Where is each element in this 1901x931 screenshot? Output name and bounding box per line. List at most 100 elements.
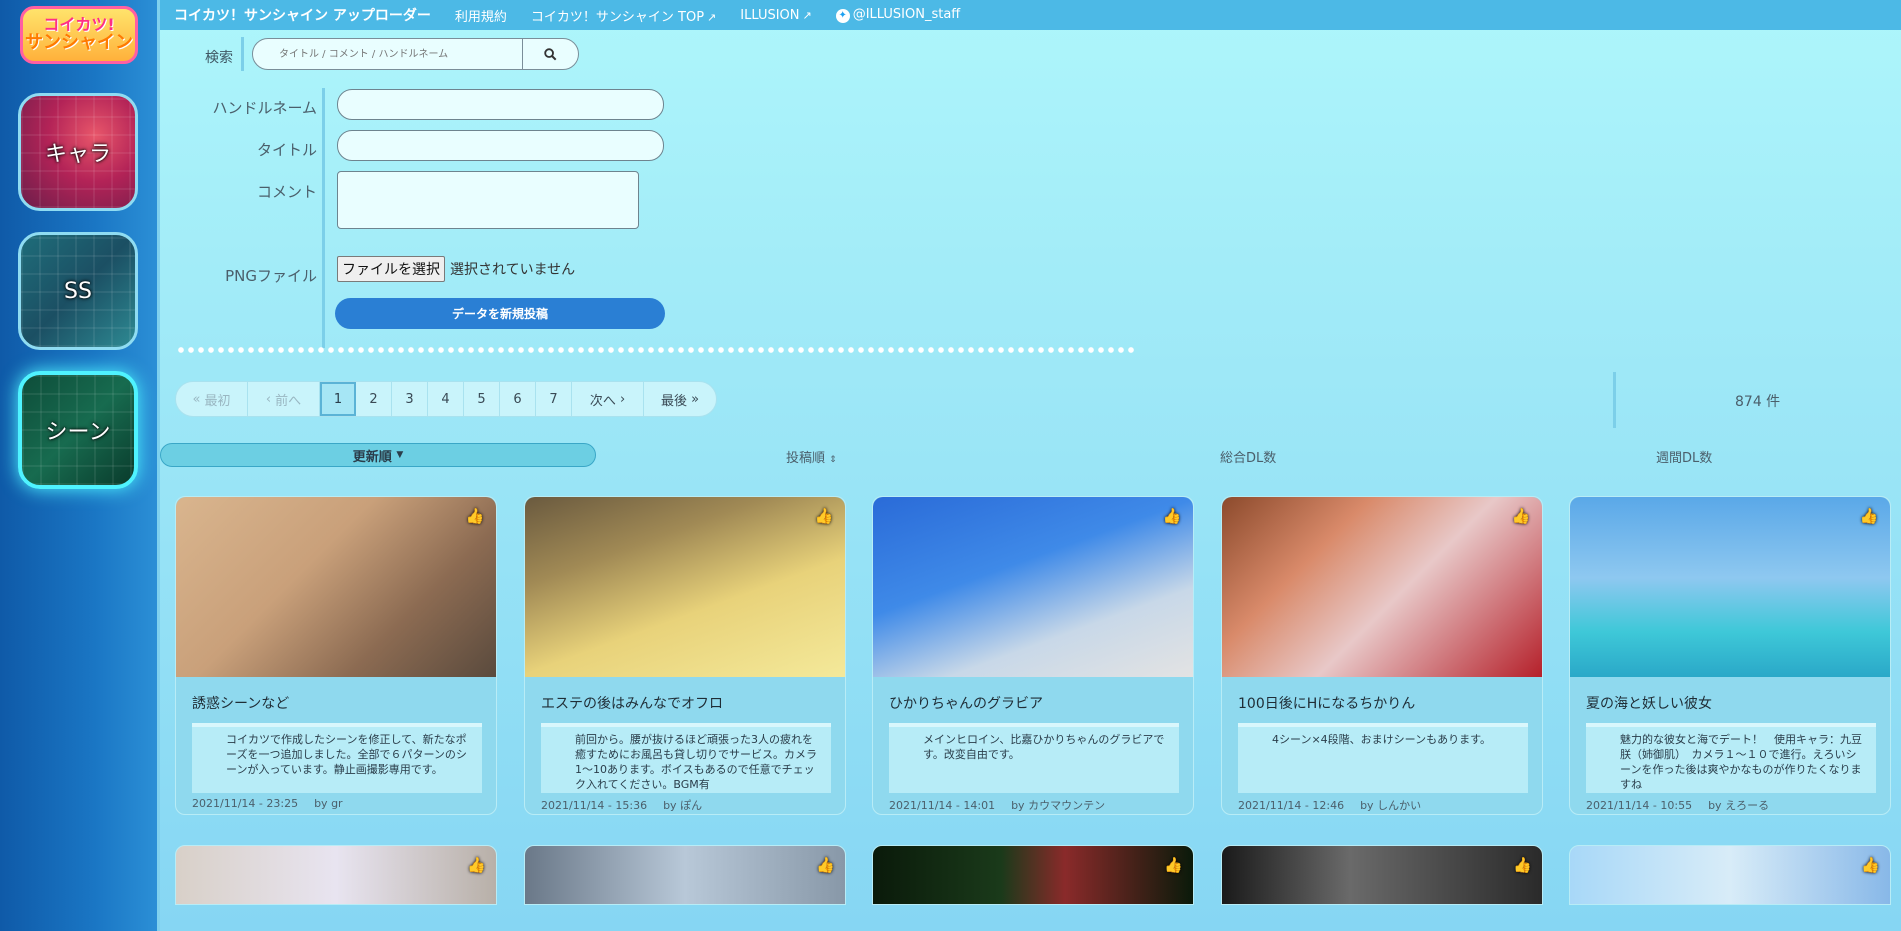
sort-weekly-dl-button[interactable]: 週間DL数: [1656, 447, 1712, 466]
sidebar: コイカツ! サンシャイン キャラ SS シーン: [0, 0, 160, 931]
twitter-icon: ✦: [835, 8, 850, 23]
upload-card[interactable]: 👍 誘惑シーンなど コイカツで作成したシーンを修正して、新たなポーズを一つ追加し…: [175, 496, 497, 815]
card-date: 2021/11/14 - 15:36: [541, 799, 648, 812]
file-status: 選択されていません: [450, 262, 576, 278]
sort-updated-button[interactable]: 更新順 ▼: [160, 443, 596, 467]
page-button[interactable]: 2: [356, 382, 392, 416]
card-title[interactable]: 夏の海と妖しい彼女: [1586, 693, 1712, 713]
card-author: by gr: [314, 797, 343, 810]
card-date: 2021/11/14 - 23:25: [192, 797, 299, 810]
page-button[interactable]: 6: [500, 382, 536, 416]
handle-label: ハンドルネーム: [212, 99, 317, 117]
upload-card[interactable]: 👍 夏の海と妖しい彼女 魅力的な彼女と海でデート！ 使用キャラ：九豆 朕（姉御肌…: [1569, 496, 1891, 815]
thumbs-up-icon[interactable]: 👍: [1164, 856, 1183, 874]
upload-card[interactable]: 👍 100日後にHになるちかりん 4シーン×4段階、おまけシーンもあります。 2…: [1221, 496, 1543, 815]
card-meta: 2021/11/14 - 10:55 by えろーる: [1586, 797, 1769, 813]
page-next-button[interactable]: 次へ ›: [572, 382, 644, 416]
file-select-button[interactable]: ファイルを選択: [337, 256, 445, 282]
thumbs-up-icon[interactable]: 👍: [816, 856, 835, 874]
page-button[interactable]: 7: [536, 382, 572, 416]
card-meta: 2021/11/14 - 15:36 by ぽん: [541, 797, 702, 813]
card-thumbnail[interactable]: [873, 497, 1193, 677]
upload-card-thumbnail[interactable]: 👍: [872, 845, 1194, 905]
page-next-label: 次へ: [589, 393, 616, 409]
thumbs-up-icon[interactable]: 👍: [813, 507, 835, 527]
card-description: コイカツで作成したシーンを修正して、新たなポーズを一つ追加しました。全部で６パタ…: [192, 723, 482, 793]
upload-card-thumbnail[interactable]: 👍: [1221, 845, 1543, 905]
top-navbar: コイカツ！サンシャイン アップローダー 利用規約 コイカツ！サンシャイン TOP…: [160, 0, 1901, 30]
card-title[interactable]: 誘惑シーンなど: [192, 693, 289, 713]
comment-label: コメント: [256, 183, 317, 201]
title-label: タイトル: [256, 141, 317, 159]
card-thumbnail[interactable]: [1570, 497, 1890, 677]
png-file-label: PNGファイル: [225, 267, 317, 285]
submit-button[interactable]: データを新規投稿: [335, 298, 665, 329]
search-button[interactable]: [522, 39, 578, 69]
card-description: メインヒロイン、比嘉ひかりちゃんのグラビアです。改変自由です。: [889, 723, 1179, 793]
card-date: 2021/11/14 - 12:46: [1238, 799, 1345, 812]
total-count: 874 件: [1735, 394, 1781, 410]
sort-icon: ⇕: [829, 455, 837, 465]
sort-total-dl-button[interactable]: 総合DL数: [1220, 447, 1276, 466]
card-title[interactable]: ひかりちゃんのグラビア: [889, 693, 1043, 713]
nav-twitter-label: @ILLUSION_staff: [852, 7, 961, 23]
chevron-left-icon: ‹: [265, 391, 272, 407]
thumbs-up-icon[interactable]: 👍: [1513, 856, 1532, 874]
page-button[interactable]: 4: [428, 382, 464, 416]
page-button[interactable]: 1: [320, 382, 356, 416]
external-link-icon: ↗: [707, 10, 717, 24]
sidebar-item-label: SS: [64, 278, 92, 304]
thumbs-up-icon[interactable]: 👍: [464, 507, 486, 527]
nav-brand[interactable]: コイカツ！サンシャイン アップローダー: [174, 5, 431, 25]
divider: [241, 37, 244, 71]
nav-twitter-link[interactable]: ✦ @ILLUSION_staff: [835, 7, 961, 23]
thumbs-up-icon[interactable]: 👍: [1161, 507, 1183, 527]
sidebar-item-ss[interactable]: SS: [18, 232, 138, 350]
thumbs-up-icon[interactable]: 👍: [1861, 856, 1880, 874]
sidebar-item-chara[interactable]: キャラ: [18, 93, 138, 211]
handle-input[interactable]: [337, 89, 664, 120]
nav-top-link[interactable]: コイカツ！サンシャイン TOP ↗: [531, 6, 716, 25]
thumbs-up-icon[interactable]: 👍: [467, 856, 486, 874]
upload-card[interactable]: 👍 エステの後はみんなでオフロ 前回から。腰が抜けるほど頑張った3人の疲れを癒す…: [524, 496, 846, 815]
comment-textarea[interactable]: [337, 171, 639, 229]
upload-card-thumbnail[interactable]: 👍: [524, 845, 846, 905]
external-link-icon: ↗: [802, 8, 812, 22]
page-first-button[interactable]: « 最初: [176, 382, 248, 416]
card-meta: 2021/11/14 - 12:46 by しんかい: [1238, 797, 1421, 813]
site-logo[interactable]: コイカツ! サンシャイン: [20, 6, 138, 64]
search-box: [252, 38, 579, 70]
logo-line2: サンシャイン: [25, 31, 133, 53]
divider: [1613, 372, 1616, 428]
upload-card[interactable]: 👍 ひかりちゃんのグラビア メインヒロイン、比嘉ひかりちゃんのグラビアです。改変…: [872, 496, 1194, 815]
title-input[interactable]: [337, 130, 664, 161]
page-button[interactable]: 5: [464, 382, 500, 416]
card-author: by カウマウンテン: [1011, 799, 1106, 812]
page-last-button[interactable]: 最後 »: [644, 382, 716, 416]
page-first-label: 最初: [204, 393, 231, 409]
search-input[interactable]: [253, 39, 522, 69]
sort-updated-label: 更新順: [352, 449, 392, 465]
card-thumbnail[interactable]: [176, 497, 496, 677]
card-date: 2021/11/14 - 14:01: [889, 799, 996, 812]
page-button[interactable]: 3: [392, 382, 428, 416]
thumbs-up-icon[interactable]: 👍: [1510, 507, 1532, 527]
card-title[interactable]: エステの後はみんなでオフロ: [541, 693, 723, 713]
card-thumbnail[interactable]: [1222, 497, 1542, 677]
card-description: 前回から。腰が抜けるほど頑張った3人の疲れを癒すためにお風呂も貸し切りでサービス…: [541, 723, 831, 793]
card-description: 魅力的な彼女と海でデート！ 使用キャラ：九豆 朕（姉御肌） カメラ１〜１０で進行…: [1586, 723, 1876, 793]
card-thumbnail[interactable]: [525, 497, 845, 677]
caret-down-icon: ▼: [396, 450, 404, 460]
nav-illusion-label: ILLUSION: [740, 7, 800, 23]
nav-terms-link[interactable]: 利用規約: [455, 6, 507, 25]
sidebar-item-label: シーン: [45, 420, 111, 445]
upload-card-thumbnail[interactable]: 👍: [175, 845, 497, 905]
upload-card-thumbnail[interactable]: 👍: [1569, 845, 1891, 905]
nav-illusion-link[interactable]: ILLUSION ↗: [740, 8, 811, 23]
card-title[interactable]: 100日後にHになるちかりん: [1238, 693, 1415, 713]
thumbs-up-icon[interactable]: 👍: [1858, 507, 1880, 527]
sort-posted-button[interactable]: 投稿順 ⇕: [786, 447, 837, 466]
sidebar-item-scene[interactable]: シーン: [18, 371, 138, 489]
page-prev-button[interactable]: ‹ 前へ: [248, 382, 320, 416]
form-divider: [322, 88, 325, 348]
